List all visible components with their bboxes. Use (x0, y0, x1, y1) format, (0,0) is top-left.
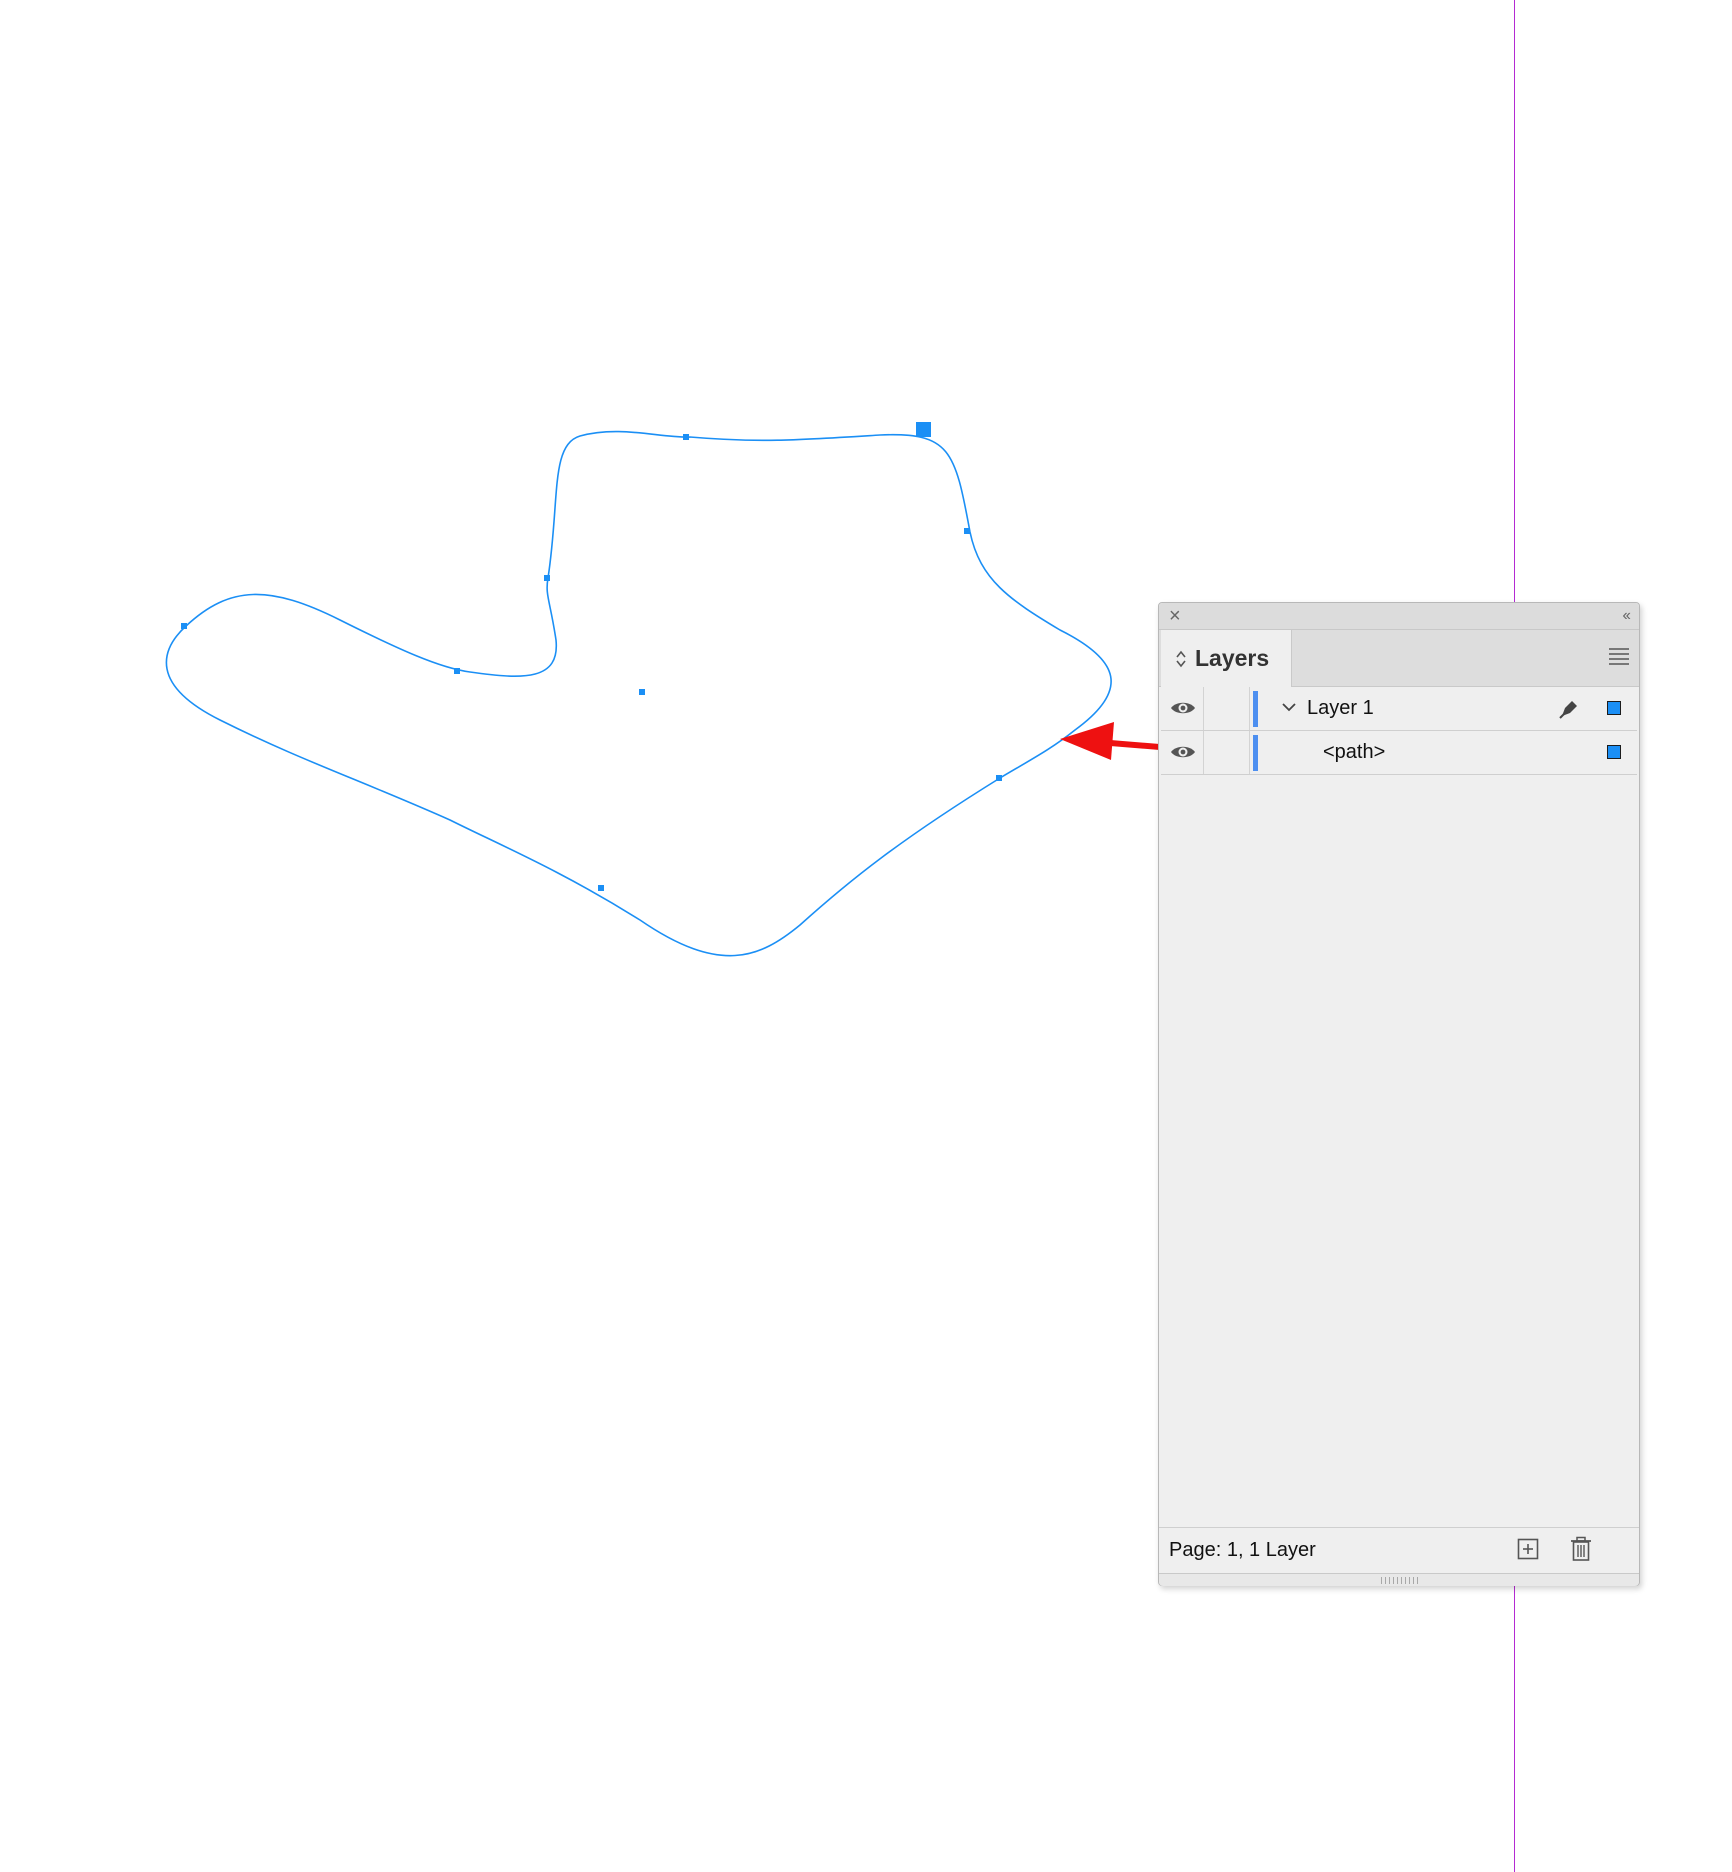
column-divider (1249, 731, 1250, 774)
anchor-point[interactable] (683, 434, 689, 440)
selection-indicator[interactable] (1607, 745, 1621, 759)
close-icon[interactable]: × (1169, 605, 1181, 627)
trash-icon[interactable] (1569, 1536, 1593, 1562)
double-chevron-left-icon[interactable]: ‹‹ (1622, 605, 1631, 627)
selected-path[interactable] (165, 430, 1112, 957)
anchor-point[interactable] (454, 668, 460, 674)
panel-tabbar: Layers (1159, 630, 1639, 687)
anchor-point[interactable] (598, 885, 604, 891)
column-divider (1203, 731, 1204, 774)
object-name: <path> (1323, 741, 1386, 763)
eye-icon[interactable] (1169, 742, 1197, 762)
grip-handle[interactable] (1381, 1577, 1421, 1584)
layers-panel: × ‹‹ Layers Layer 1 <path> Page: 1, 1 La… (1158, 602, 1640, 1586)
layer-status: Page: 1, 1 Layer (1169, 1539, 1316, 1561)
panel-footer: Page: 1, 1 Layer (1159, 1527, 1639, 1574)
resize-grip[interactable] (1159, 1573, 1639, 1586)
center-point[interactable] (639, 689, 645, 695)
pen-icon (1559, 701, 1577, 719)
tab-title: Layers (1195, 645, 1270, 671)
selection-indicator[interactable] (1607, 701, 1621, 715)
column-divider (1249, 687, 1250, 730)
anchor-point[interactable] (544, 575, 550, 581)
anchor-point[interactable] (996, 775, 1002, 781)
layer-color-bar (1253, 735, 1258, 771)
anchor-point[interactable] (964, 528, 970, 534)
start-anchor-point[interactable] (916, 422, 931, 437)
column-divider (1203, 687, 1204, 730)
panel-titlebar[interactable]: × ‹‹ (1159, 603, 1639, 630)
chevron-down-icon[interactable] (1281, 699, 1297, 715)
up-down-arrows-icon (1176, 650, 1186, 667)
eye-icon[interactable] (1169, 698, 1197, 718)
layer-color-bar (1253, 691, 1258, 727)
hamburger-menu-icon[interactable] (1609, 648, 1629, 665)
tab-layers[interactable]: Layers (1161, 630, 1292, 687)
layer-row-path[interactable]: <path> (1161, 731, 1637, 775)
new-layer-icon[interactable] (1517, 1538, 1539, 1560)
anchor-point[interactable] (181, 623, 187, 629)
layer-row-layer-1[interactable]: Layer 1 (1161, 687, 1637, 731)
layer-name: Layer 1 (1307, 697, 1374, 719)
